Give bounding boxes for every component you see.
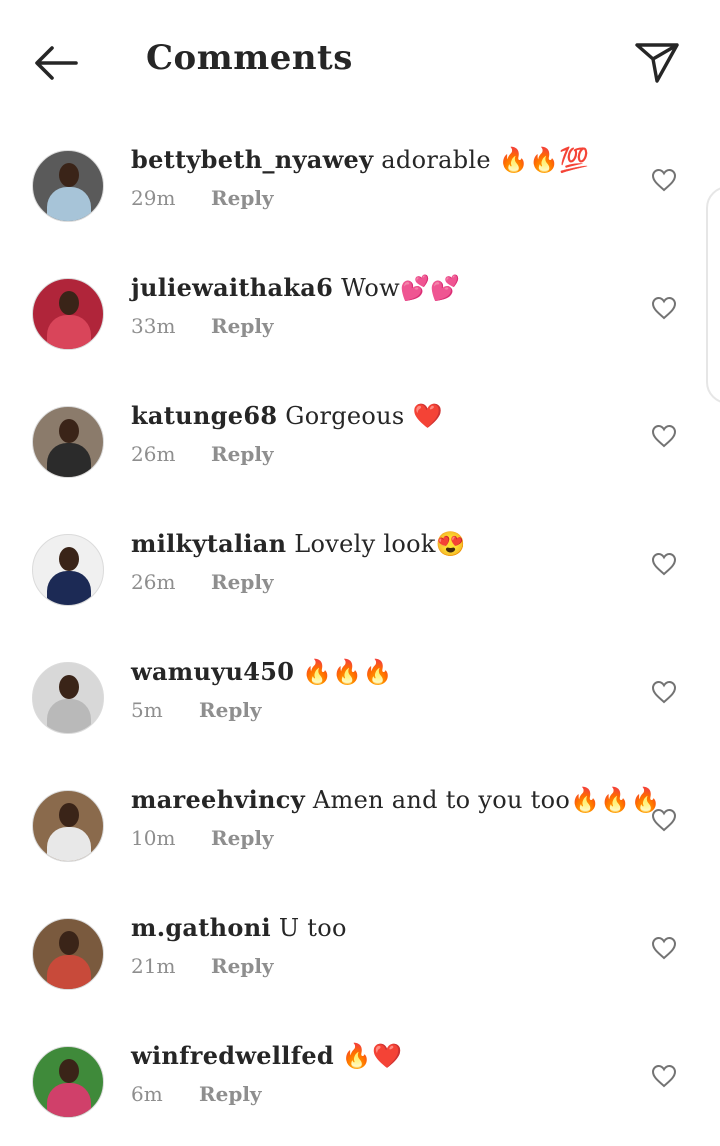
reply-button[interactable]: Reply [199,1082,262,1106]
comment-meta: 6m Reply [131,1082,262,1106]
comment-body: U too [270,914,347,942]
comment-text: milkytalian Lovely look😍 [131,528,466,560]
comment-username[interactable]: mareehvincy [131,785,305,814]
like-button[interactable] [648,294,680,326]
comment-item: bettybeth_nyawey adorable 🔥🔥💯 29m Reply [0,122,720,250]
like-button[interactable] [648,806,680,838]
comment-username[interactable]: bettybeth_nyawey [131,145,373,174]
heart-outline-icon [651,680,677,708]
comment-body: 🔥❤️ [334,1042,403,1070]
comment-item: m.gathoni U too 21m Reply [0,890,720,1018]
comment-time: 26m [131,442,176,466]
comment-item: katunge68 Gorgeous ❤️ 26m Reply [0,378,720,506]
comment-meta: 21m Reply [131,954,274,978]
comment-meta: 5m Reply [131,698,262,722]
comment-meta: 29m Reply [131,186,274,210]
reply-button[interactable]: Reply [211,954,274,978]
comment-username[interactable]: winfredwellfed [131,1041,334,1070]
header: Comments [0,0,720,126]
like-button[interactable] [648,678,680,710]
heart-outline-icon [651,296,677,324]
like-button[interactable] [648,166,680,198]
comment-item: juliewaithaka6 Wow💕💕 33m Reply [0,250,720,378]
avatar[interactable] [32,534,104,606]
comment-time: 21m [131,954,176,978]
heart-outline-icon [651,808,677,836]
comment-text: katunge68 Gorgeous ❤️ [131,400,443,432]
page-title: Comments [146,38,353,78]
comment-item: winfredwellfed 🔥❤️ 6m Reply [0,1018,720,1146]
comment-text: wamuyu450 🔥🔥🔥 [131,656,393,688]
avatar[interactable] [32,406,104,478]
comment-body: 🔥🔥🔥 [294,658,393,686]
comment-username[interactable]: katunge68 [131,401,277,430]
avatar[interactable] [32,790,104,862]
reply-button[interactable]: Reply [211,826,274,850]
comment-username[interactable]: milkytalian [131,529,286,558]
comment-text: m.gathoni U too [131,912,347,944]
back-button[interactable] [28,40,84,90]
avatar[interactable] [32,1046,104,1118]
comment-text: juliewaithaka6 Wow💕💕 [131,272,460,304]
avatar[interactable] [32,662,104,734]
comment-username[interactable]: juliewaithaka6 [131,273,333,302]
avatar[interactable] [32,278,104,350]
comment-time: 33m [131,314,176,338]
comment-text: bettybeth_nyawey adorable 🔥🔥💯 [131,144,589,176]
comment-username[interactable]: m.gathoni [131,913,271,942]
comment-text: winfredwellfed 🔥❤️ [131,1040,402,1072]
comment-text: mareehvincy Amen and to you too🔥🔥🔥 [131,784,661,816]
comment-body: Gorgeous ❤️ [277,402,443,430]
comment-body: Amen and to you too🔥🔥🔥 [304,786,661,814]
avatar[interactable] [32,150,104,222]
comment-meta: 33m Reply [131,314,274,338]
comment-body: Wow💕💕 [333,274,461,302]
comment-list: bettybeth_nyawey adorable 🔥🔥💯 29m Reply j… [0,122,720,1146]
share-button[interactable] [628,38,686,92]
reply-button[interactable]: Reply [199,698,262,722]
paper-plane-icon [633,41,681,89]
reply-button[interactable]: Reply [211,570,274,594]
like-button[interactable] [648,550,680,582]
comment-time: 5m [131,698,163,722]
comment-body: Lovely look😍 [286,530,466,558]
heart-outline-icon [651,424,677,452]
like-button[interactable] [648,1062,680,1094]
comment-item: milkytalian Lovely look😍 26m Reply [0,506,720,634]
comment-body: adorable 🔥🔥💯 [373,146,590,174]
comment-username[interactable]: wamuyu450 [131,657,294,686]
comment-meta: 10m Reply [131,826,274,850]
heart-outline-icon [651,936,677,964]
reply-button[interactable]: Reply [211,314,274,338]
comment-time: 6m [131,1082,163,1106]
comment-item: mareehvincy Amen and to you too🔥🔥🔥 10m Re… [0,762,720,890]
comment-item: wamuyu450 🔥🔥🔥 5m Reply [0,634,720,762]
comment-time: 26m [131,570,176,594]
heart-outline-icon [651,1064,677,1092]
comment-meta: 26m Reply [131,570,274,594]
comment-time: 29m [131,186,176,210]
reply-button[interactable]: Reply [211,442,274,466]
comment-time: 10m [131,826,176,850]
heart-outline-icon [651,168,677,196]
like-button[interactable] [648,422,680,454]
comment-meta: 26m Reply [131,442,274,466]
arrow-left-icon [32,45,80,85]
like-button[interactable] [648,934,680,966]
heart-outline-icon [651,552,677,580]
avatar[interactable] [32,918,104,990]
reply-button[interactable]: Reply [211,186,274,210]
